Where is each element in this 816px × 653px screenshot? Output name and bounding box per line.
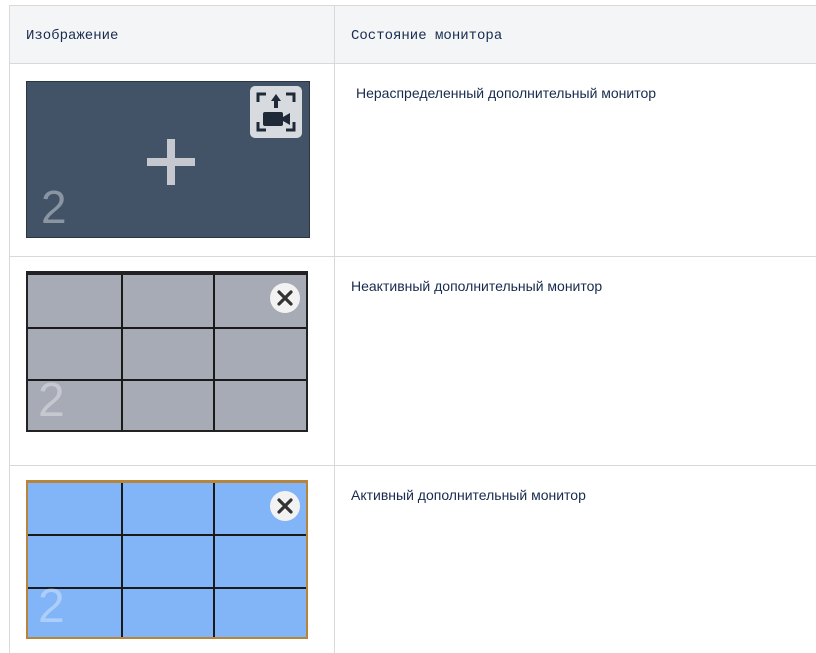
column-divider — [334, 5, 335, 653]
plus-icon-bar — [147, 158, 195, 166]
header-image: Изображение — [26, 28, 119, 44]
row-divider — [9, 465, 816, 466]
state-unassigned: Нераспределенный дополнительный монитор — [356, 85, 657, 101]
grid-line — [121, 275, 123, 430]
table-border-top — [9, 5, 816, 6]
grid-line — [28, 587, 306, 589]
row-divider — [9, 256, 816, 257]
header-monitor-state: Состояние монитора — [351, 28, 503, 44]
inactive-monitor-image: 2 — [26, 271, 308, 432]
close-icon[interactable] — [270, 491, 300, 521]
active-monitor-image: 2 — [26, 480, 308, 639]
table-border-left — [9, 5, 10, 653]
unassigned-monitor-image: 2 — [26, 81, 310, 238]
row-divider — [9, 63, 816, 64]
close-icon[interactable] — [270, 283, 300, 313]
grid-line — [28, 534, 306, 536]
grid-line — [213, 483, 215, 637]
grid-line — [213, 275, 215, 430]
state-inactive: Неактивный дополнительный монитор — [351, 278, 603, 294]
monitor-number: 2 — [38, 374, 65, 427]
grid-line — [28, 379, 306, 381]
grid-line — [121, 483, 123, 637]
assign-camera-icon — [250, 86, 302, 138]
grid-line — [28, 327, 306, 329]
monitor-number: 2 — [41, 181, 67, 233]
state-active: Активный дополнительный монитор — [351, 487, 586, 503]
monitor-number: 2 — [38, 580, 65, 633]
